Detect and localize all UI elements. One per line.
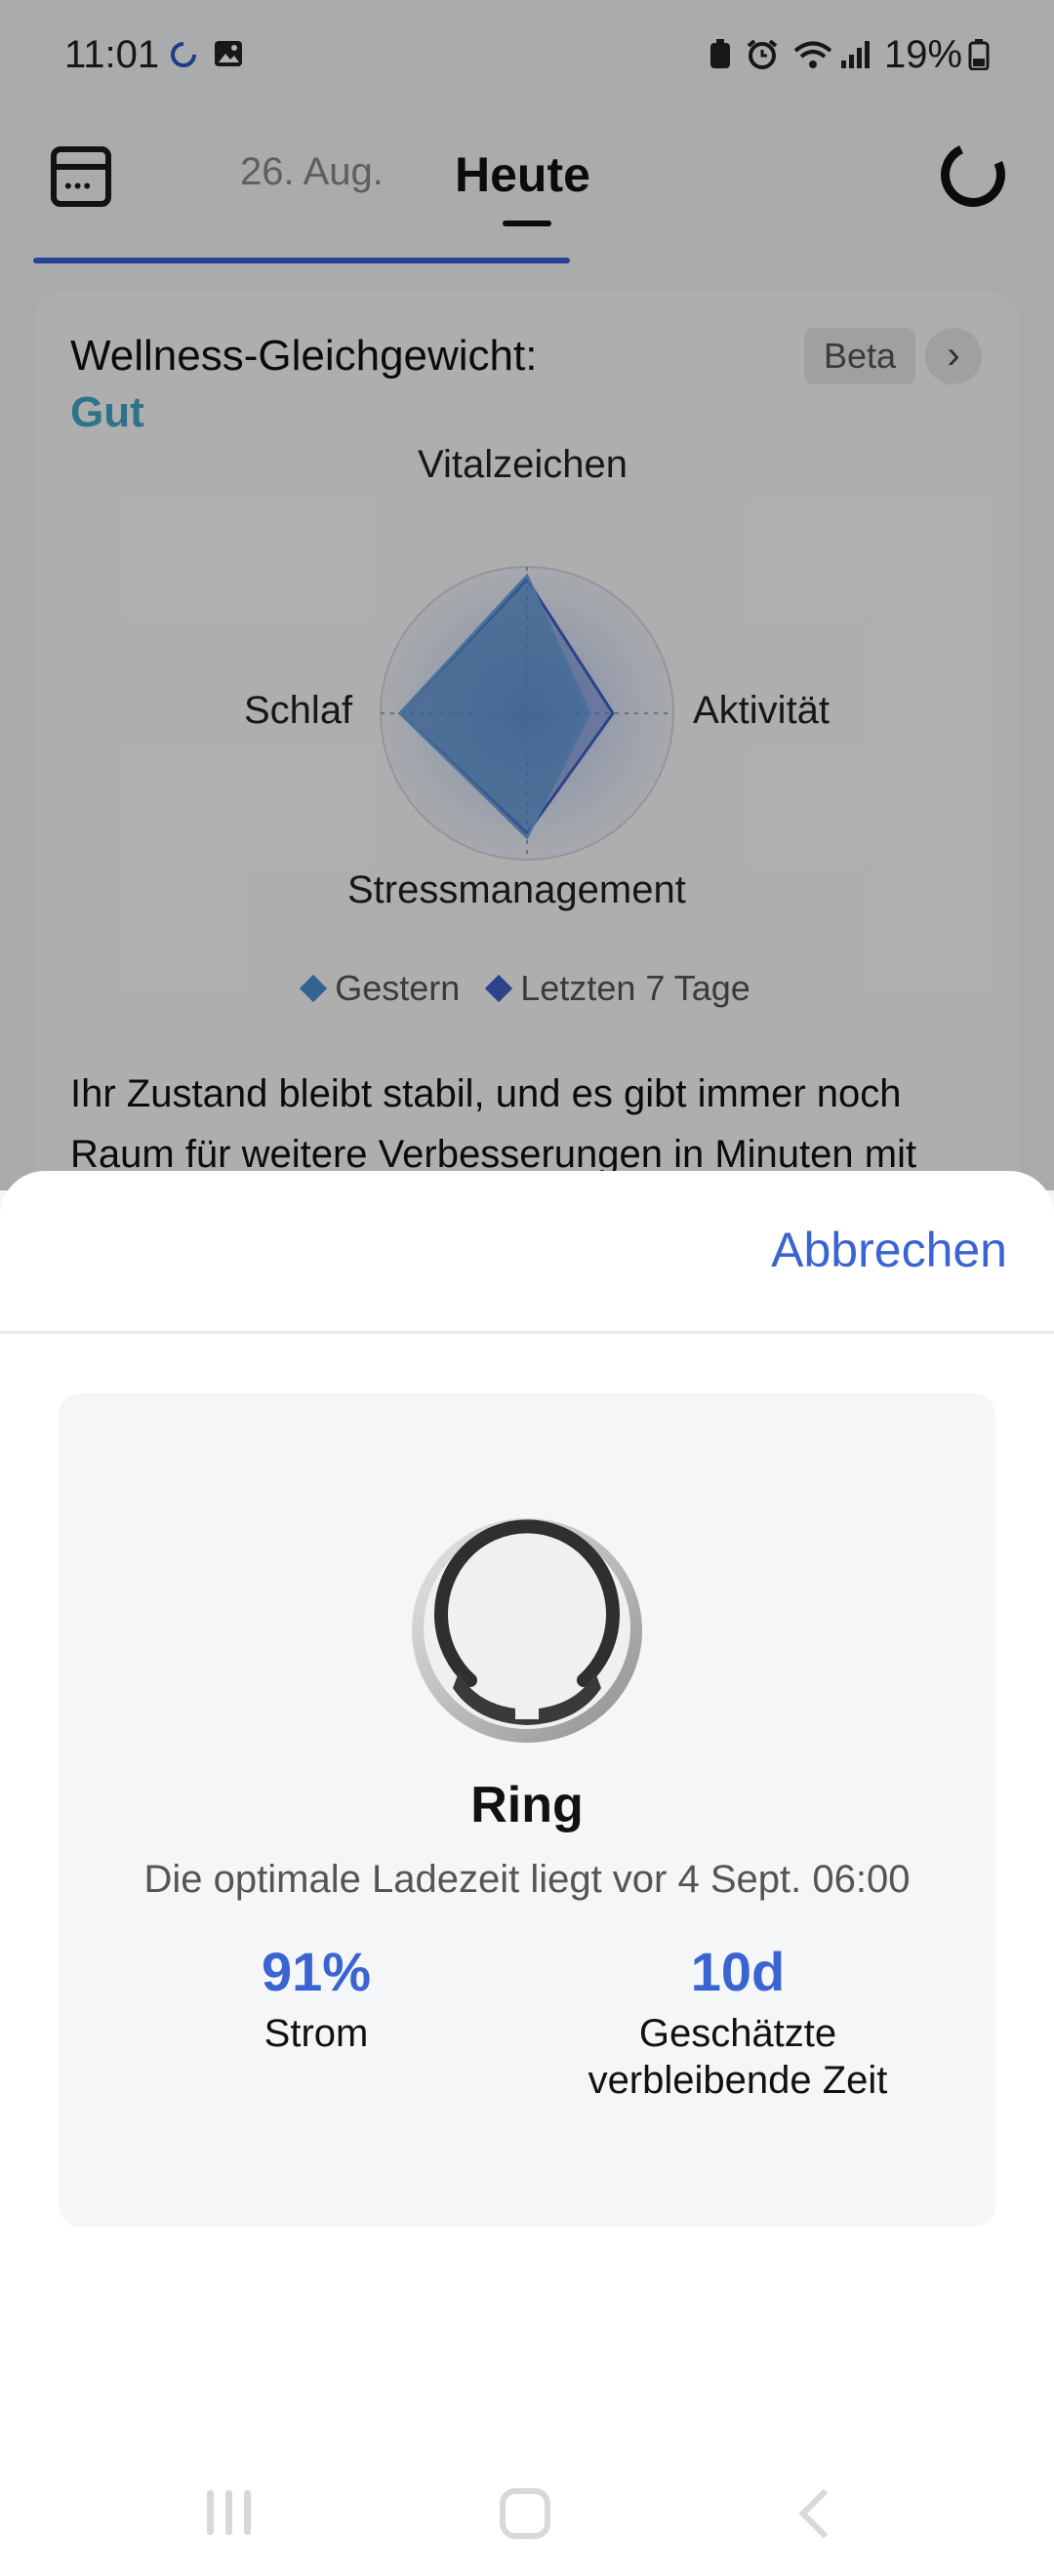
ring-battery-card: Ring Die optimale Ladezeit liegt vor 4 S… bbox=[59, 1393, 995, 2227]
recents-icon[interactable] bbox=[207, 2490, 252, 2535]
ring-device-icon bbox=[412, 1518, 642, 1743]
battery-bottom-sheet: Abbrechen Ring Die optimale Ladezeit lie… bbox=[0, 1171, 1054, 2576]
modal-scrim[interactable] bbox=[0, 0, 1054, 1190]
remaining-time-stat: 10d Geschätzte verbleibende Zeit bbox=[543, 1940, 933, 2104]
device-name: Ring bbox=[470, 1777, 584, 1833]
home-icon[interactable] bbox=[500, 2488, 550, 2539]
remaining-time-label-line1: Geschätzte bbox=[638, 2012, 837, 2055]
system-nav-bar bbox=[0, 2459, 1054, 2576]
power-value: 91% bbox=[261, 1941, 372, 2002]
remaining-time-label-line2: verbleibende Zeit bbox=[588, 2059, 888, 2102]
back-icon[interactable] bbox=[798, 2488, 849, 2539]
charge-hint: Die optimale Ladezeit liegt vor 4 Sept. … bbox=[143, 1858, 911, 1901]
power-label: Strom bbox=[264, 2012, 369, 2055]
cancel-button[interactable]: Abbrechen bbox=[771, 1222, 1007, 1278]
remaining-time-value: 10d bbox=[690, 1941, 786, 2002]
sheet-divider bbox=[0, 1331, 1054, 1334]
power-stat: 91% Strom bbox=[121, 1940, 511, 2057]
